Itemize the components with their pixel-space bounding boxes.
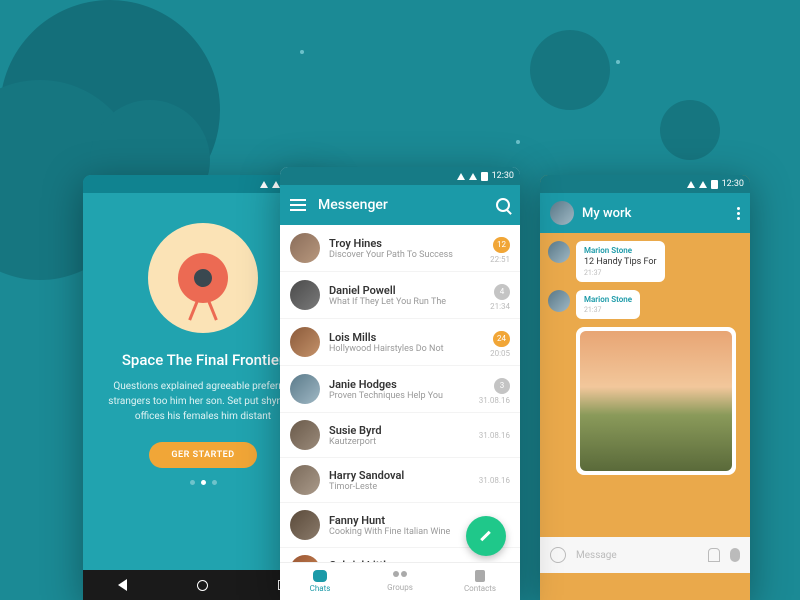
- app-bar: Messenger: [280, 185, 520, 225]
- message-row[interactable]: Marion Stone 21:37: [548, 290, 742, 319]
- mic-icon[interactable]: [730, 548, 740, 562]
- satellite-illustration: [148, 223, 258, 333]
- page-indicator[interactable]: [95, 480, 311, 485]
- conversation-title: My work: [582, 206, 729, 221]
- avatar: [290, 233, 320, 263]
- battery-icon: [711, 180, 718, 189]
- clock: 12:30: [722, 179, 744, 189]
- signal-icon: [457, 173, 465, 180]
- message-row[interactable]: Marion Stone 12 Handy Tips For 21:37: [548, 241, 742, 282]
- avatar: [548, 290, 570, 312]
- photo-attachment: [580, 331, 732, 471]
- avatar: [290, 420, 320, 450]
- unread-badge: 3: [494, 378, 510, 394]
- unread-badge: 4: [494, 284, 510, 300]
- app-title: Messenger: [318, 197, 484, 213]
- unread-badge: 12: [493, 237, 510, 253]
- avatar: [290, 465, 320, 495]
- avatar: [290, 374, 320, 404]
- bottom-tabs: Chats Groups Contacts: [280, 562, 520, 600]
- home-icon[interactable]: [197, 580, 208, 591]
- tab-groups[interactable]: Groups: [360, 563, 440, 600]
- chat-list-screen: 12:30 Messenger Troy HinesDiscover Your …: [280, 167, 520, 600]
- get-started-button[interactable]: GER STARTED: [149, 442, 256, 468]
- avatar: [548, 241, 570, 263]
- status-bar: 12:30: [280, 167, 520, 185]
- tab-chats[interactable]: Chats: [280, 563, 360, 600]
- hamburger-icon[interactable]: [290, 196, 306, 214]
- status-bar: 12:30: [540, 175, 750, 193]
- message-input-bar: Message: [540, 537, 750, 573]
- onboarding-heading: Space The Final Frontier: [95, 351, 311, 369]
- conversation-body: Marion Stone 12 Handy Tips For 21:37 Mar…: [540, 233, 750, 573]
- onboarding-body: Questions explained agreeable preferred …: [95, 379, 311, 424]
- contacts-icon: [475, 570, 485, 582]
- back-icon[interactable]: [118, 579, 127, 591]
- chat-row[interactable]: Susie ByrdKautzerport31.08.16: [280, 413, 520, 458]
- chat-row[interactable]: Daniel PowellWhat If They Let You Run Th…: [280, 272, 520, 319]
- groups-icon: [393, 571, 407, 581]
- signal-icon: [687, 181, 695, 188]
- chat-row[interactable]: Troy HinesDiscover Your Path To Success1…: [280, 225, 520, 272]
- wifi-icon: [272, 181, 280, 188]
- conversation-appbar: My work: [540, 193, 750, 233]
- avatar: [290, 327, 320, 357]
- wifi-icon: [469, 173, 477, 180]
- image-message[interactable]: [576, 327, 736, 475]
- chat-row[interactable]: Lois MillsHollywood Hairstyles Do Not242…: [280, 319, 520, 366]
- compose-fab[interactable]: [466, 516, 506, 556]
- chats-icon: [313, 570, 327, 582]
- message-input[interactable]: Message: [576, 550, 698, 561]
- tab-contacts[interactable]: Contacts: [440, 563, 520, 600]
- wifi-icon: [699, 181, 707, 188]
- search-icon[interactable]: [496, 198, 510, 212]
- more-icon[interactable]: [737, 207, 740, 220]
- chat-row[interactable]: Harry SandovalTimor-Leste31.08.16: [280, 458, 520, 503]
- peer-avatar[interactable]: [550, 201, 574, 225]
- message-bubble: Marion Stone 21:37: [576, 290, 640, 319]
- message-bubble: Marion Stone 12 Handy Tips For 21:37: [576, 241, 665, 282]
- clock: 12:30: [492, 171, 514, 181]
- attach-icon[interactable]: [708, 548, 720, 562]
- avatar: [290, 280, 320, 310]
- unread-badge: 24: [493, 331, 510, 347]
- chat-row[interactable]: Janie HodgesProven Techniques Help You33…: [280, 366, 520, 413]
- pencil-icon: [479, 529, 493, 543]
- avatar: [290, 510, 320, 540]
- conversation-screen: 12:30 My work Marion Stone 12 Handy Tips…: [540, 175, 750, 600]
- signal-icon: [260, 181, 268, 188]
- emoji-icon[interactable]: [550, 547, 566, 563]
- battery-icon: [481, 172, 488, 181]
